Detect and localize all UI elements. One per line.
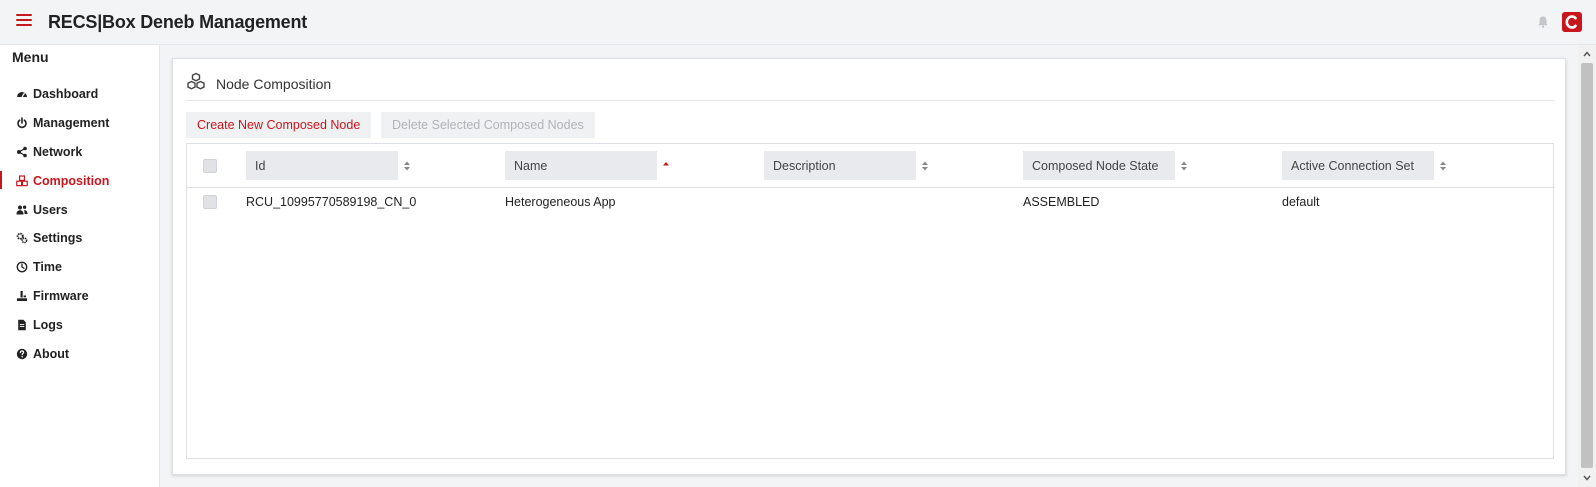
delete-selected-composed-nodes-button[interactable]: Delete Selected Composed Nodes bbox=[381, 112, 595, 138]
sidebar-item-composition[interactable]: Composition bbox=[0, 166, 159, 195]
sidebar-item-users[interactable]: Users bbox=[0, 195, 159, 224]
cogs-icon bbox=[16, 233, 28, 244]
cell-state: ASSEMBLED bbox=[1023, 195, 1100, 209]
table-header: Id Name Description Composed Node State … bbox=[187, 144, 1555, 188]
row-checkbox[interactable] bbox=[203, 195, 217, 209]
clock-icon bbox=[16, 261, 28, 273]
table-row[interactable]: RCU_10995770589198_CN_0 Heterogeneous Ap… bbox=[187, 188, 1555, 216]
menu-heading: Menu bbox=[12, 49, 49, 65]
cell-name: Heterogeneous App bbox=[505, 195, 616, 209]
document-icon bbox=[18, 319, 26, 330]
sidebar-menu: Dashboard Management Network Composition… bbox=[0, 80, 159, 368]
column-label: Description bbox=[764, 151, 916, 180]
node-composition-panel: Node Composition Create New Composed Nod… bbox=[172, 58, 1566, 475]
sidebar-item-label: Composition bbox=[33, 173, 110, 188]
sidebar-item-settings[interactable]: Settings bbox=[0, 224, 159, 253]
cubes-icon bbox=[16, 175, 28, 186]
sidebar-item-label: About bbox=[33, 346, 70, 361]
sidebar-item-label: Management bbox=[33, 116, 110, 131]
power-icon bbox=[17, 117, 27, 129]
question-icon bbox=[16, 348, 28, 359]
sidebar-item-time[interactable]: Time bbox=[0, 253, 159, 282]
sidebar-item-label: Users bbox=[33, 202, 68, 217]
cell-id: RCU_10995770589198_CN_0 bbox=[246, 195, 417, 209]
sort-icon[interactable] bbox=[403, 160, 411, 172]
top-bar: RECS|Box Deneb Management bbox=[0, 0, 1596, 45]
column-label: Id bbox=[246, 151, 398, 180]
composed-nodes-table: Id Name Description Composed Node State … bbox=[186, 143, 1555, 459]
sidebar-item-label: Settings bbox=[33, 231, 83, 246]
sidebar-item-label: Logs bbox=[33, 317, 63, 332]
sort-icon[interactable] bbox=[1439, 160, 1447, 172]
page-scrollbar[interactable] bbox=[1578, 45, 1596, 487]
sidebar-item-firmware[interactable]: Firmware bbox=[0, 282, 159, 311]
column-label: Active Connection Set bbox=[1282, 151, 1434, 180]
hamburger-menu-icon[interactable] bbox=[16, 14, 32, 28]
sidebar-item-dashboard[interactable]: Dashboard bbox=[0, 80, 159, 109]
firmware-icon bbox=[17, 290, 27, 301]
logo-icon bbox=[1562, 12, 1582, 32]
panel-title: Node Composition bbox=[216, 76, 332, 92]
create-composed-node-button[interactable]: Create New Composed Node bbox=[186, 112, 372, 138]
app-title: RECS|Box Deneb Management bbox=[48, 12, 308, 32]
scroll-up-icon[interactable] bbox=[1582, 49, 1592, 59]
sidebar-item-label: Firmware bbox=[33, 288, 89, 303]
cubes-icon bbox=[187, 72, 205, 90]
scroll-down-icon[interactable] bbox=[1582, 473, 1592, 483]
sidebar-item-about[interactable]: About bbox=[0, 339, 159, 368]
cell-connection-set: default bbox=[1282, 195, 1320, 209]
scrollbar-thumb[interactable] bbox=[1581, 63, 1593, 468]
sidebar: Menu Dashboard Management Network Compos… bbox=[0, 45, 160, 487]
sidebar-item-label: Network bbox=[33, 144, 83, 159]
column-label: Name bbox=[505, 151, 657, 180]
column-label: Composed Node State bbox=[1023, 151, 1175, 180]
sidebar-item-management[interactable]: Management bbox=[0, 109, 159, 138]
dashboard-icon bbox=[17, 92, 27, 98]
sidebar-item-label: Dashboard bbox=[33, 87, 99, 102]
bell-icon[interactable] bbox=[1536, 15, 1550, 29]
sidebar-item-label: Time bbox=[33, 260, 62, 275]
main-content: Node Composition Create New Composed Nod… bbox=[160, 45, 1578, 487]
sort-ascending-icon[interactable] bbox=[662, 160, 670, 172]
sidebar-item-network[interactable]: Network bbox=[0, 138, 159, 167]
sort-icon[interactable] bbox=[921, 160, 929, 172]
share-icon bbox=[17, 146, 27, 158]
users-icon bbox=[16, 205, 28, 215]
sidebar-item-logs[interactable]: Logs bbox=[0, 310, 159, 339]
select-all-checkbox[interactable] bbox=[203, 159, 217, 173]
sort-icon[interactable] bbox=[1180, 160, 1188, 172]
panel-header: Node Composition bbox=[186, 71, 1554, 101]
